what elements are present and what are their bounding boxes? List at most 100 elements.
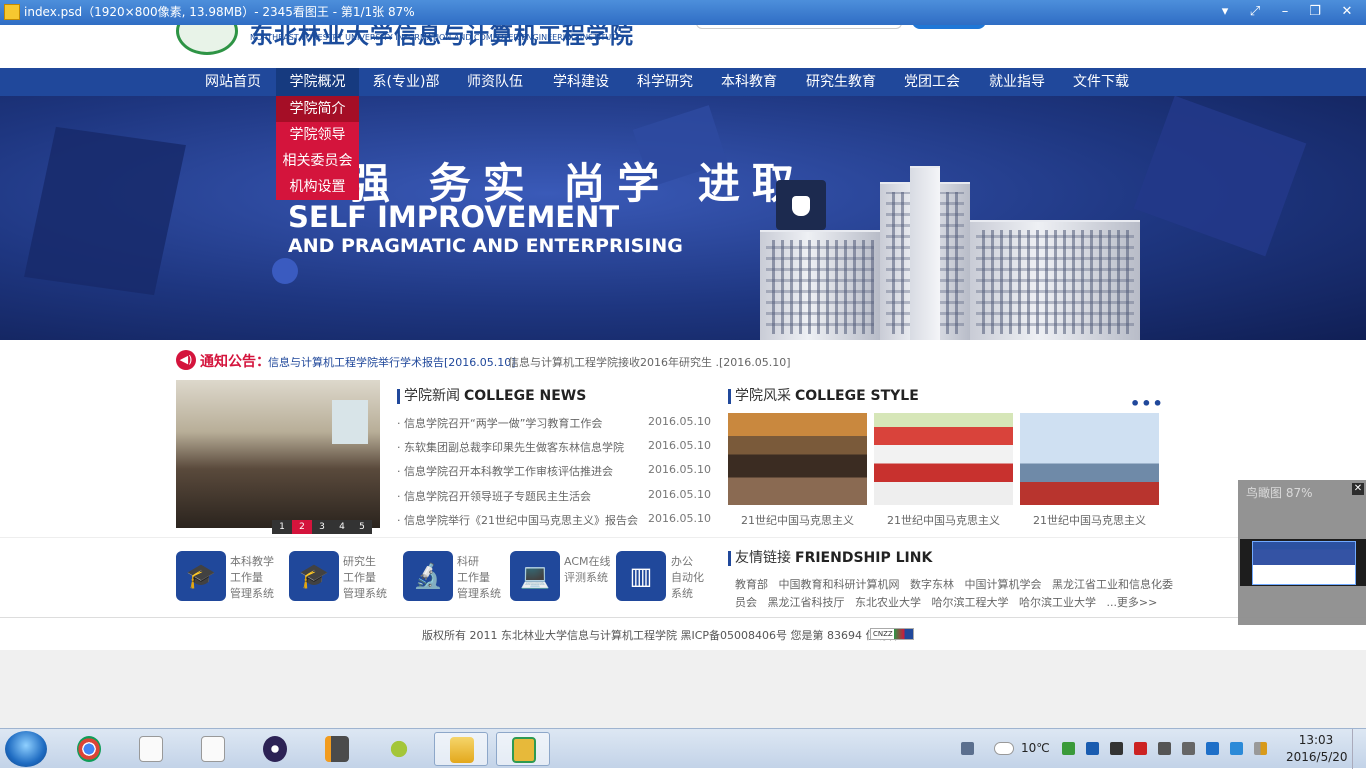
nav-graduate[interactable]: 研究生教育 xyxy=(793,68,889,96)
nav-career[interactable]: 就业指导 xyxy=(975,68,1059,96)
page-dot[interactable]: 3 xyxy=(312,520,332,534)
show-desktop-button[interactable] xyxy=(1352,729,1366,769)
news-item-title[interactable]: · 信息学院召开领导班子专题民主生活会 xyxy=(397,488,591,504)
news-photo[interactable]: 12345 xyxy=(176,380,380,534)
language-icon[interactable] xyxy=(1230,742,1243,755)
page-dot[interactable]: 5 xyxy=(352,520,372,534)
nav-departments[interactable]: 系(专业)部 xyxy=(362,68,450,96)
birdview-panel: 鸟瞰图 87% ✕ xyxy=(1238,480,1366,625)
dropdown-item-leaders[interactable]: 学院领导 xyxy=(276,122,359,148)
style-photo[interactable] xyxy=(1020,413,1159,505)
style-photo[interactable] xyxy=(874,413,1013,505)
banner-slogan-en2: AND PRAGMATIC AND ENTERPRISING xyxy=(288,235,683,257)
style-caption[interactable]: 21世纪中国马克思主义 xyxy=(728,512,867,528)
keyboard-icon[interactable] xyxy=(961,742,974,755)
search-button[interactable] xyxy=(912,25,986,29)
restore-button[interactable]: ❐ xyxy=(1304,3,1326,21)
microscope-icon[interactable]: 🔬 xyxy=(403,551,453,601)
style-caption[interactable]: 21世纪中国马克思主义 xyxy=(1020,512,1159,528)
news-item-title[interactable]: · 信息学院召开“两学一做”学习教育工作会 xyxy=(397,415,602,431)
banner-slogan-en1: SELF IMPROVEMENT xyxy=(288,200,620,234)
notice-item[interactable]: 信息与计算机工程学院接收2016年研究生 .[2016.05.10] xyxy=(508,354,791,370)
laptop-icon[interactable]: 💻 xyxy=(510,551,560,601)
android-studio-taskbar-icon[interactable] xyxy=(372,732,426,766)
sublime-taskbar-icon[interactable] xyxy=(310,732,364,766)
news-item-date: 2016.05.10 xyxy=(648,488,711,501)
news-item-date: 2016.05.10 xyxy=(648,439,711,452)
file-taskbar-icon[interactable] xyxy=(186,732,240,766)
search-input[interactable] xyxy=(696,25,902,29)
dropdown-item-organization[interactable]: 机构设置 xyxy=(276,174,359,200)
dropdown-item-committees[interactable]: 相关委员会 xyxy=(276,148,359,174)
clock[interactable]: 13:03 2016/5/20 xyxy=(1286,732,1348,766)
style-title-cn: 学院风采 xyxy=(735,388,791,404)
news-item-title[interactable]: · 信息学院举行《21世纪中国马克思主义》报告会 xyxy=(397,512,638,528)
clock-date: 2016/5/20 xyxy=(1286,750,1348,764)
image-viewport[interactable]: 东北林业大学信息与计算机工程学院 NORTHEAST FORESTRY UNIV… xyxy=(0,25,1366,728)
close-button[interactable]: ✕ xyxy=(1336,3,1358,21)
page-dot[interactable]: 4 xyxy=(332,520,352,534)
more-dots-button[interactable]: ••• xyxy=(1130,394,1164,413)
style-caption[interactable]: 21世纪中国马克思主义 xyxy=(874,512,1013,528)
site-footer: 版权所有 2011 东北林业大学信息与计算机工程学院 黑ICP备05008406… xyxy=(0,617,1366,650)
news-item[interactable]: · 东软集团副总裁李印果先生做客东林信息学院 2016.05.10 xyxy=(397,439,711,463)
birdview-close-button[interactable]: ✕ xyxy=(1352,483,1364,495)
bluetooth-icon[interactable] xyxy=(1110,742,1123,755)
nav-party[interactable]: 党团工会 xyxy=(890,68,974,96)
footer-copyright: 版权所有 2011 东北林业大学信息与计算机工程学院 黑ICP备05008406… xyxy=(422,629,899,642)
page-dot[interactable]: 2 xyxy=(292,520,312,534)
nav-home[interactable]: 网站首页 xyxy=(190,68,276,96)
friendship-links-row[interactable]: 教育部 中国教育和科研计算机网 数字东林 中国计算机学会 黑龙江省工业和信息化委 xyxy=(735,576,1173,592)
usb-icon[interactable] xyxy=(1086,742,1099,755)
nav-disciplines[interactable]: 学科建设 xyxy=(539,68,623,96)
dropdown-item-intro[interactable]: 学院简介 xyxy=(276,96,359,122)
binders-icon[interactable]: ▥ xyxy=(616,551,666,601)
nav-about[interactable]: 学院概况 xyxy=(276,68,359,96)
graduation-cap-icon[interactable]: 🎓 xyxy=(176,551,226,601)
sync-icon[interactable] xyxy=(1206,742,1219,755)
news-item-title[interactable]: · 东软集团副总裁李印果先生做客东林信息学院 xyxy=(397,439,624,455)
volume-icon[interactable] xyxy=(1182,742,1195,755)
nav-undergrad[interactable]: 本科教育 xyxy=(707,68,791,96)
nav-faculty[interactable]: 师资队伍 xyxy=(453,68,537,96)
page-dot[interactable]: 1 xyxy=(272,520,292,534)
graduation-cap-icon[interactable]: 🎓 xyxy=(289,551,339,601)
friendship-links-row[interactable]: 员会 黑龙江省科技厅 东北农业大学 哈尔滨工程大学 哈尔滨工业大学 ...更多>… xyxy=(735,594,1157,610)
system-link-graduate[interactable]: 研究生 工作量 管理系统 xyxy=(343,554,387,602)
security-icon[interactable] xyxy=(1062,742,1075,755)
notice-item[interactable]: 信息与计算机工程学院举行学术报告[2016.05.10] xyxy=(268,354,516,370)
fullscreen-button[interactable]: ⤢ xyxy=(1244,3,1266,21)
news-item-title[interactable]: · 信息学院召开本科教学工作审核评估推进会 xyxy=(397,463,613,479)
start-button[interactable] xyxy=(5,731,47,767)
file-taskbar-icon[interactable] xyxy=(124,732,178,766)
system-link-research[interactable]: 科研 工作量 管理系统 xyxy=(457,554,501,602)
university-logo xyxy=(176,25,238,55)
birdview-thumbnail[interactable] xyxy=(1240,539,1366,586)
signal-icon[interactable] xyxy=(1254,742,1267,755)
news-item[interactable]: · 信息学院举行《21世纪中国马克思主义》报告会 2016.05.10 xyxy=(397,512,711,536)
explorer-taskbar-icon[interactable] xyxy=(434,732,488,766)
notice-title: 通知公告： xyxy=(200,354,270,370)
system-link-oa[interactable]: 办公 自动化 系统 xyxy=(671,554,704,602)
news-item[interactable]: · 信息学院召开“两学一做”学习教育工作会 2016.05.10 xyxy=(397,415,711,439)
news-item-date: 2016.05.10 xyxy=(648,463,711,476)
style-photo[interactable] xyxy=(728,413,867,505)
chrome-taskbar-icon[interactable] xyxy=(62,732,116,766)
system-link-acm[interactable]: ACM在线 评测系统 xyxy=(564,554,611,586)
system-link-undergrad[interactable]: 本科教学 工作量 管理系统 xyxy=(230,554,274,602)
news-section-title: 学院新闻 COLLEGE NEWS xyxy=(397,389,586,404)
image-viewer-taskbar-icon[interactable] xyxy=(496,732,550,766)
menu-dropdown-button[interactable]: ▾ xyxy=(1214,3,1236,21)
cnzz-badge[interactable]: CNZZ xyxy=(870,628,914,640)
minimize-button[interactable]: – xyxy=(1274,3,1296,21)
news-item[interactable]: · 信息学院召开本科教学工作审核评估推进会 2016.05.10 xyxy=(397,463,711,487)
nav-research[interactable]: 科学研究 xyxy=(623,68,707,96)
news-item[interactable]: · 信息学院召开领导班子专题民主生活会 2016.05.10 xyxy=(397,488,711,512)
nav-downloads[interactable]: 文件下载 xyxy=(1059,68,1143,96)
cloud-weather-icon[interactable] xyxy=(994,742,1014,755)
eclipse-taskbar-icon[interactable] xyxy=(248,732,302,766)
photo-pagination: 12345 xyxy=(272,514,372,534)
usb-drive-icon[interactable] xyxy=(776,180,826,230)
battery-icon[interactable] xyxy=(1158,742,1171,755)
network-app-icon[interactable] xyxy=(1134,742,1147,755)
